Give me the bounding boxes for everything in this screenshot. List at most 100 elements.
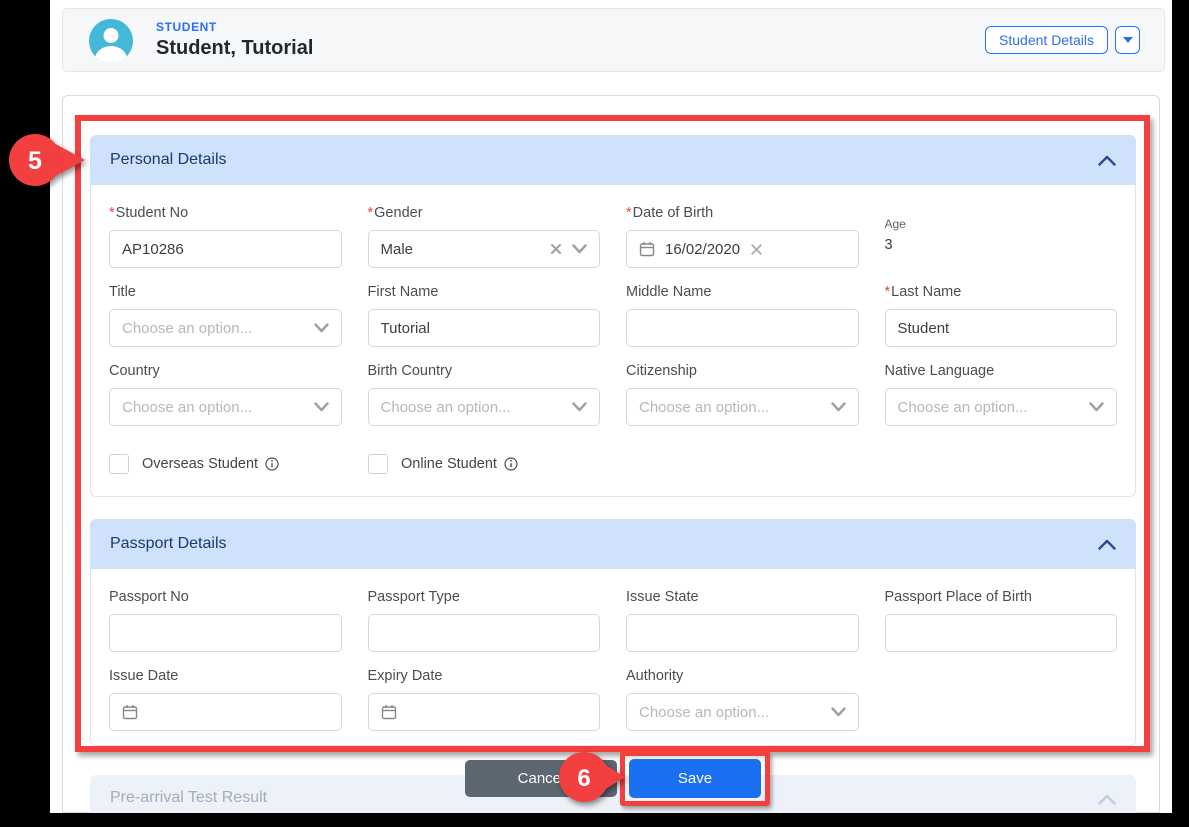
- birth-country-select[interactable]: Choose an option...: [368, 388, 601, 426]
- dob-value: 16/02/2020: [665, 241, 740, 258]
- birth-country-label: Birth Country: [368, 363, 601, 381]
- student-details-button[interactable]: Student Details: [985, 26, 1108, 54]
- last-name-label: Last Name: [891, 284, 961, 300]
- chevron-down-icon[interactable]: [572, 402, 587, 412]
- last-name-field-group: *Last Name: [885, 284, 1118, 347]
- title-select[interactable]: Choose an option...: [109, 309, 342, 347]
- last-name-input[interactable]: [885, 309, 1118, 347]
- chevron-down-icon[interactable]: [831, 402, 846, 412]
- overseas-student-label: Overseas Student: [142, 456, 258, 472]
- overseas-student-checkbox-group[interactable]: Overseas Student: [109, 454, 368, 474]
- issue-date-datepicker[interactable]: [109, 693, 342, 731]
- chevron-down-icon[interactable]: [572, 244, 587, 254]
- passport-place-of-birth-input[interactable]: [885, 614, 1118, 652]
- citizenship-label: Citizenship: [626, 363, 859, 381]
- authority-select[interactable]: Choose an option...: [626, 693, 859, 731]
- chevron-down-icon[interactable]: [1089, 402, 1104, 412]
- first-name-label: First Name: [368, 284, 601, 302]
- middle-name-label: Middle Name: [626, 284, 859, 302]
- page-title: Student, Tutorial: [156, 37, 313, 60]
- save-annotation-box: Save: [620, 751, 770, 806]
- personal-details-section: Personal Details *Student No *Gender Mal…: [90, 135, 1136, 497]
- native-language-label: Native Language: [885, 363, 1118, 381]
- callout-6-number: 6: [577, 765, 590, 792]
- native-language-select[interactable]: Choose an option...: [885, 388, 1118, 426]
- passport-place-of-birth-field-group: Passport Place of Birth: [885, 589, 1118, 652]
- middle-name-input[interactable]: [626, 309, 859, 347]
- citizenship-placeholder: Choose an option...: [639, 399, 821, 416]
- country-placeholder: Choose an option...: [122, 399, 304, 416]
- online-student-checkbox-group[interactable]: Online Student: [368, 454, 627, 474]
- passport-type-label: Passport Type: [368, 589, 601, 607]
- student-no-label: Student No: [116, 205, 189, 221]
- title-field-group: Title Choose an option...: [109, 284, 342, 347]
- title-placeholder: Choose an option...: [122, 320, 304, 337]
- calendar-icon[interactable]: [381, 704, 397, 720]
- expiry-date-label: Expiry Date: [368, 668, 601, 686]
- chevron-up-icon[interactable]: [1098, 539, 1116, 550]
- passport-details-header[interactable]: Passport Details: [90, 519, 1136, 569]
- info-icon[interactable]: [504, 457, 518, 471]
- dob-label: Date of Birth: [633, 205, 714, 221]
- student-no-field-group: *Student No: [109, 205, 342, 268]
- record-type-label: STUDENT: [156, 20, 313, 34]
- birth-country-placeholder: Choose an option...: [381, 399, 563, 416]
- passport-type-field-group: Passport Type: [368, 589, 601, 652]
- authority-placeholder: Choose an option...: [639, 704, 821, 721]
- overseas-student-checkbox[interactable]: [109, 454, 129, 474]
- passport-type-input[interactable]: [368, 614, 601, 652]
- issue-state-input[interactable]: [626, 614, 859, 652]
- expiry-date-datepicker[interactable]: [368, 693, 601, 731]
- clear-icon[interactable]: [550, 243, 562, 255]
- chevron-down-icon[interactable]: [831, 707, 846, 717]
- chevron-down-icon[interactable]: [314, 323, 329, 333]
- calendar-icon[interactable]: [639, 241, 655, 257]
- required-asterisk: *: [626, 205, 632, 221]
- dob-field-group: *Date of Birth 16/02/2020: [626, 205, 859, 268]
- chevron-up-icon[interactable]: [1098, 155, 1116, 166]
- chevron-down-icon[interactable]: [314, 402, 329, 412]
- personal-details-header[interactable]: Personal Details: [90, 135, 1136, 185]
- middle-name-field-group: Middle Name: [626, 284, 859, 347]
- dob-datepicker[interactable]: 16/02/2020: [626, 230, 859, 268]
- passport-no-input[interactable]: [109, 614, 342, 652]
- student-header-bar: STUDENT Student, Tutorial Student Detail…: [62, 8, 1165, 72]
- student-avatar-icon: [89, 19, 133, 63]
- first-name-input[interactable]: [368, 309, 601, 347]
- issue-date-label: Issue Date: [109, 668, 342, 686]
- age-field-group: Age 3: [885, 205, 1118, 268]
- section-title: Pre-arrival Test Result: [110, 789, 267, 807]
- save-button[interactable]: Save: [629, 759, 761, 798]
- required-asterisk: *: [368, 205, 374, 221]
- calendar-icon[interactable]: [122, 704, 138, 720]
- app-page: STUDENT Student, Tutorial Student Detail…: [50, 0, 1172, 813]
- first-name-field-group: First Name: [368, 284, 601, 347]
- authority-field-group: Authority Choose an option...: [626, 668, 859, 731]
- gender-select[interactable]: Male: [368, 230, 601, 268]
- native-language-placeholder: Choose an option...: [898, 399, 1080, 416]
- citizenship-select[interactable]: Choose an option...: [626, 388, 859, 426]
- gender-value: Male: [381, 241, 541, 258]
- gender-field-group: *Gender Male: [368, 205, 601, 268]
- chevron-up-icon[interactable]: [1098, 794, 1116, 805]
- callout-step-5: 5: [6, 132, 86, 188]
- country-label: Country: [109, 363, 342, 381]
- authority-label: Authority: [626, 668, 859, 686]
- passport-no-field-group: Passport No: [109, 589, 342, 652]
- age-label: Age: [885, 217, 1118, 231]
- country-field-group: Country Choose an option...: [109, 363, 342, 426]
- country-select[interactable]: Choose an option...: [109, 388, 342, 426]
- online-student-label: Online Student: [401, 456, 497, 472]
- native-language-field-group: Native Language Choose an option...: [885, 363, 1118, 426]
- passport-details-body: Passport No Passport Type Issue State Pa…: [90, 569, 1136, 746]
- issue-state-field-group: Issue State: [626, 589, 859, 652]
- callout-5-number: 5: [28, 147, 42, 175]
- chevron-down-icon: [1123, 37, 1133, 43]
- student-no-input[interactable]: [109, 230, 342, 268]
- clear-icon[interactable]: [750, 243, 763, 256]
- online-student-checkbox[interactable]: [368, 454, 388, 474]
- info-icon[interactable]: [265, 457, 279, 471]
- expiry-date-field-group: Expiry Date: [368, 668, 601, 731]
- issue-date-field-group: Issue Date: [109, 668, 342, 731]
- details-dropdown-button[interactable]: [1115, 26, 1140, 54]
